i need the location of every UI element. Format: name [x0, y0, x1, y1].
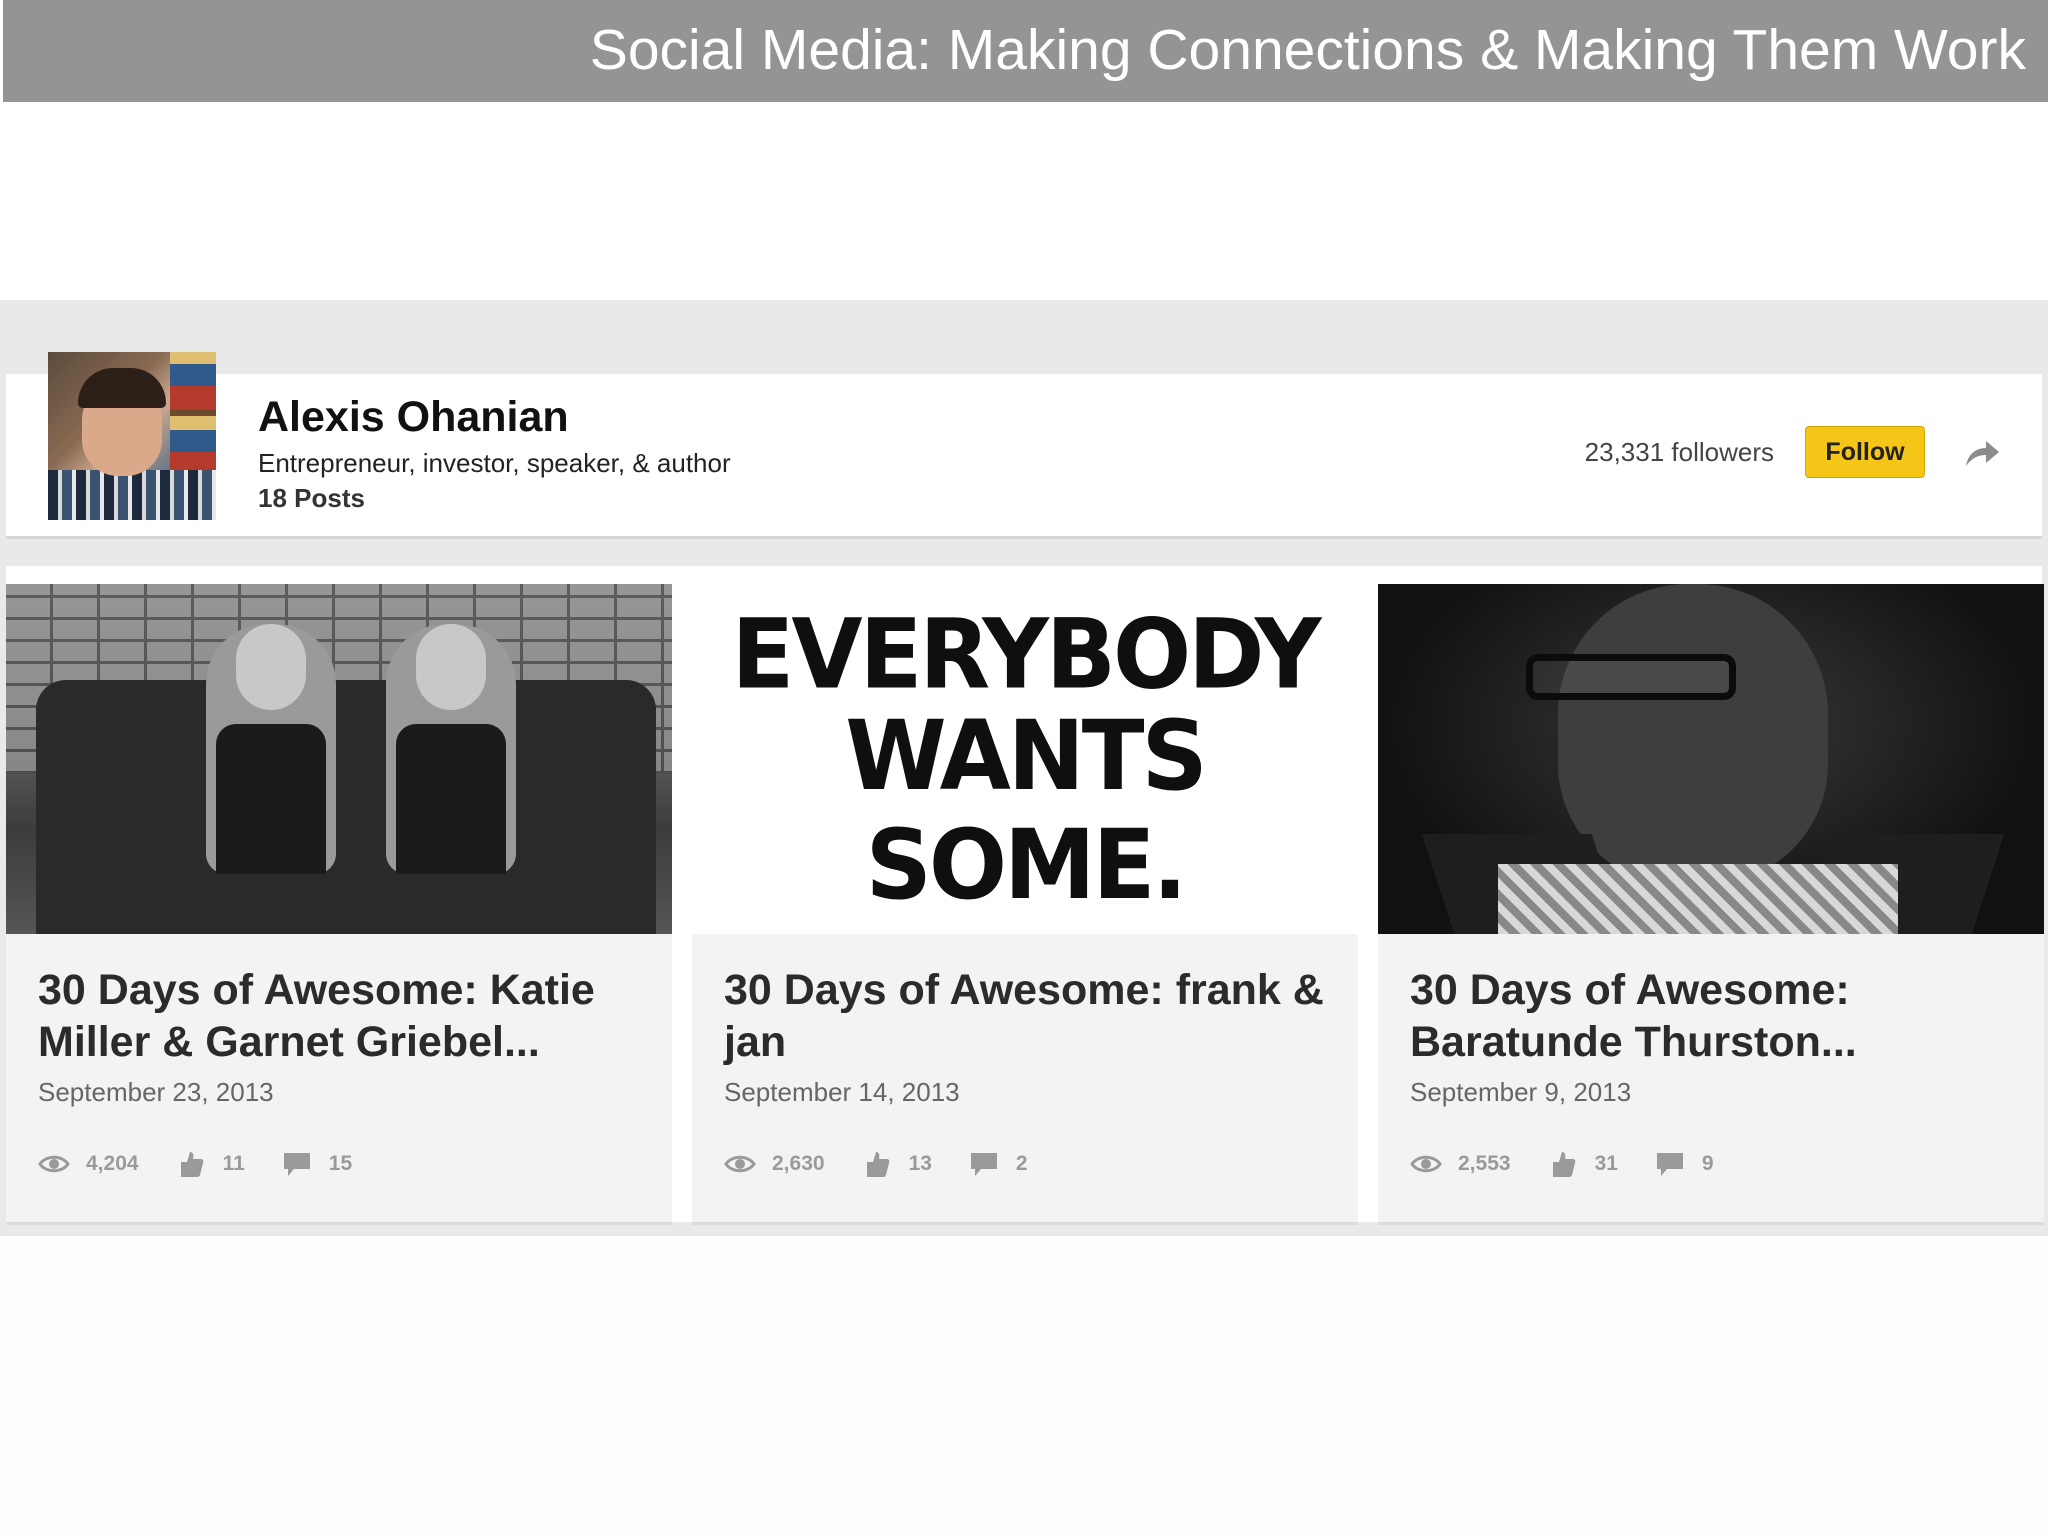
follow-button[interactable]: Follow: [1805, 426, 1925, 478]
thumbs-up-icon[interactable]: [861, 1150, 893, 1178]
thumbs-up-icon[interactable]: [175, 1150, 207, 1178]
eye-icon: [724, 1155, 756, 1173]
slide-header: Social Media: Making Connections & Makin…: [3, 0, 2048, 102]
share-arrow-icon[interactable]: [1962, 434, 2002, 474]
post-image[interactable]: [6, 584, 672, 934]
comment-count: 9: [1701, 1152, 1714, 1175]
comment-count: 15: [328, 1152, 353, 1175]
thumbs-up-icon[interactable]: [1547, 1150, 1579, 1178]
like-count: 13: [908, 1152, 932, 1175]
comment-icon[interactable]: [1654, 1150, 1686, 1178]
post-image[interactable]: EVERYBODY WANTS SOME.: [692, 584, 1358, 934]
head: [416, 624, 486, 710]
eye-icon: [38, 1155, 70, 1173]
post-title[interactable]: 30 Days of Awesome: Baratunde Thurston..…: [1410, 964, 2020, 1068]
post-image[interactable]: [1378, 584, 2044, 934]
dress: [396, 724, 506, 874]
comment-count: 2: [1015, 1152, 1028, 1175]
slide-title: Social Media: Making Connections & Makin…: [589, 18, 2026, 82]
person-figure: [206, 624, 336, 874]
post-card[interactable]: 30 Days of Awesome: Katie Miller & Garne…: [6, 584, 672, 1225]
post-date: September 14, 2013: [724, 1077, 960, 1107]
avatar-shirt: [48, 470, 216, 520]
couch: [36, 680, 656, 934]
profile-tagline: Entrepreneur, investor, speaker, & autho…: [258, 448, 731, 478]
view-count: 2,630: [772, 1152, 825, 1175]
like-count: 11: [222, 1152, 245, 1175]
eye-icon: [1410, 1155, 1442, 1173]
post-date: September 23, 2013: [38, 1077, 274, 1107]
post-stats: 2,553 31 9: [1410, 1144, 1750, 1184]
face: [1558, 584, 1828, 884]
image-text-line: WANTS SOME.: [845, 699, 1208, 922]
comment-icon[interactable]: [281, 1150, 313, 1178]
page-footer-area: [0, 1236, 2048, 1536]
dress: [216, 724, 326, 874]
post-stats: 2,630 13 2: [724, 1144, 1064, 1184]
shirt-collar: [1498, 864, 1898, 934]
follower-count: 23,331 followers: [1584, 437, 1774, 467]
view-count: 2,553: [1458, 1152, 1511, 1175]
post-title[interactable]: 30 Days of Awesome: frank & jan: [724, 964, 1334, 1068]
post-stats: 4,204 11 15: [38, 1144, 388, 1184]
profile-post-count[interactable]: 18 Posts: [258, 483, 365, 513]
post-title[interactable]: 30 Days of Awesome: Katie Miller & Garne…: [38, 964, 648, 1068]
post-card[interactable]: 30 Days of Awesome: Baratunde Thurston..…: [1378, 584, 2044, 1225]
image-text-line: EVERYBODY: [731, 598, 1322, 711]
person-figure: [386, 624, 516, 874]
like-count: 31: [1594, 1152, 1618, 1175]
image-text-graphic: EVERYBODY WANTS SOME.: [692, 598, 1358, 920]
post-date: September 9, 2013: [1410, 1077, 1632, 1107]
glasses: [1526, 654, 1736, 700]
post-card[interactable]: EVERYBODY WANTS SOME. 30 Days of Awesome…: [692, 584, 1358, 1225]
head: [236, 624, 306, 710]
view-count: 4,204: [86, 1152, 139, 1175]
avatar-hair: [78, 368, 166, 408]
profile-name[interactable]: Alexis Ohanian: [258, 392, 569, 442]
avatar[interactable]: [48, 352, 216, 520]
comment-icon[interactable]: [968, 1150, 1000, 1178]
bookshelf-background: [170, 352, 216, 482]
